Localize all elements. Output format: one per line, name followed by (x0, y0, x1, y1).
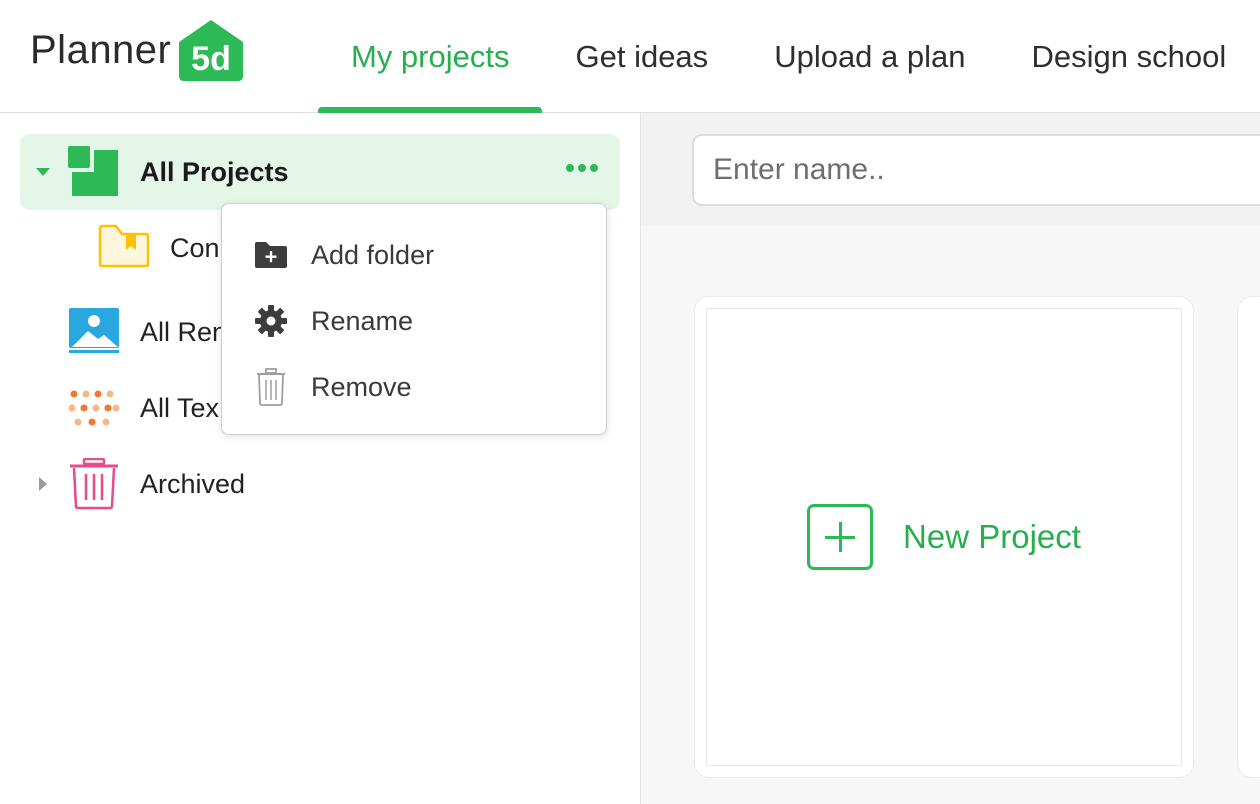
all-projects-icon (68, 146, 118, 196)
folder-bookmark-icon (98, 224, 150, 268)
folder-add-icon (252, 236, 290, 274)
sidebar-item-archived[interactable]: Archived (20, 446, 620, 522)
gear-icon (252, 302, 290, 340)
folder-context-menu: Add folder Rename Remove (221, 203, 607, 435)
search-input[interactable] (692, 134, 1260, 206)
textures-dots-icon (68, 390, 120, 426)
menu-item-label: Add folder (311, 239, 435, 270)
logo-badge-icon: 5d (179, 20, 244, 81)
sidebar-item-all-projects[interactable]: All Projects (20, 134, 620, 210)
tab-upload-plan[interactable]: Upload a plan (741, 0, 998, 113)
sidebar-item-label: All Ren (140, 316, 228, 347)
main-content: New Project (641, 113, 1260, 804)
sidebar-item-label: Archived (140, 468, 246, 499)
new-project-label: New Project (903, 518, 1081, 555)
menu-item-label: Remove (311, 371, 412, 402)
search-bar (641, 113, 1260, 226)
trash-icon (252, 368, 290, 406)
logo-text: Planner (30, 27, 172, 72)
plus-icon (807, 504, 874, 570)
menu-item-label: Rename (311, 305, 414, 336)
menu-item-rename[interactable]: Rename (222, 291, 606, 351)
planner5d-logo[interactable]: Planner 5d (30, 18, 245, 82)
logo-badge-text: 5d (192, 40, 232, 78)
more-options-icon[interactable] (566, 164, 598, 172)
new-project-button[interactable]: New Project (706, 308, 1182, 766)
tab-design-school[interactable]: Design school (999, 0, 1260, 113)
menu-item-remove[interactable]: Remove (222, 357, 606, 417)
sidebar-item-label: All Projects (140, 156, 289, 187)
top-header: Planner 5d My projects Get ideas Upload … (0, 0, 1260, 114)
sidebar-item-label: All Tex (140, 392, 220, 423)
sidebar-item-label: Con (170, 232, 220, 263)
caret-right-icon[interactable] (39, 477, 47, 491)
tab-get-ideas[interactable]: Get ideas (542, 0, 741, 113)
project-card[interactable] (1238, 297, 1260, 777)
projects-grid: New Project (641, 226, 1260, 804)
tab-my-projects[interactable]: My projects (318, 0, 543, 114)
menu-item-add-folder[interactable]: Add folder (222, 225, 606, 285)
main-nav: My projects Get ideas Upload a plan Desi… (318, 0, 1260, 114)
image-icon (69, 308, 119, 353)
new-project-card: New Project (695, 297, 1193, 777)
trash-icon (70, 458, 118, 510)
caret-down-icon[interactable] (36, 168, 50, 176)
